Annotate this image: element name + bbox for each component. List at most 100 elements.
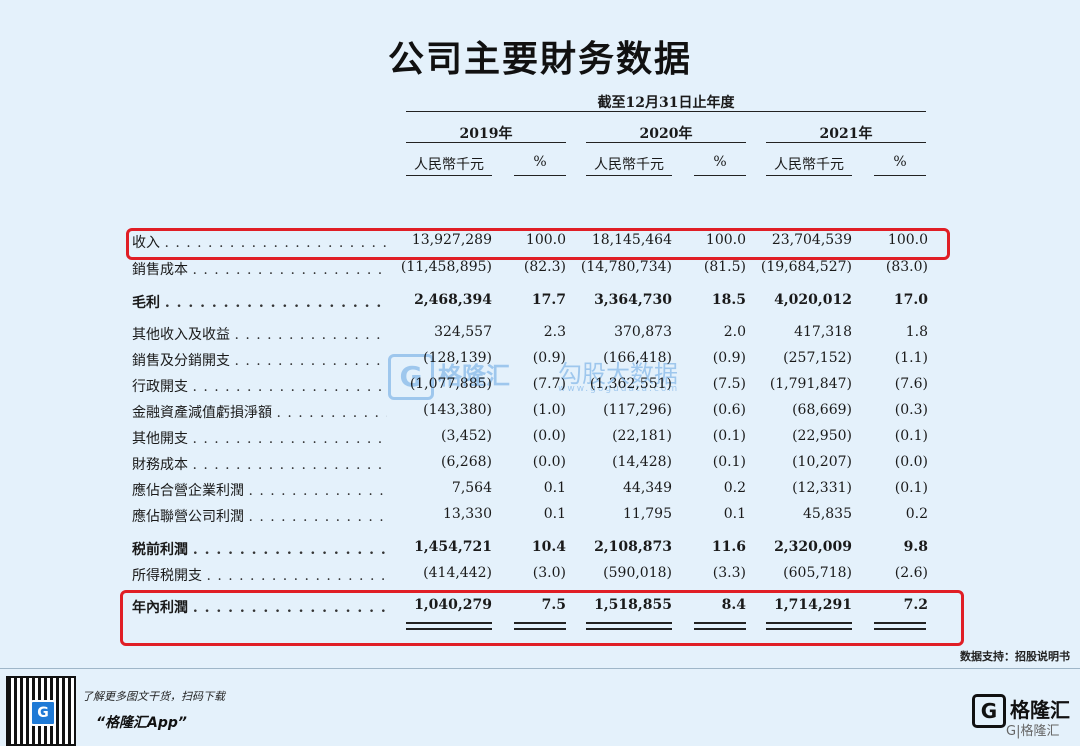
cell-percent: (7.5)	[712, 376, 746, 392]
cell-percent: 2.0	[723, 324, 746, 340]
unit-rule	[586, 175, 672, 176]
double-underline	[874, 622, 926, 630]
row-label-text: 所得税開支	[132, 568, 202, 584]
cell-amount: 3,364,730	[594, 292, 672, 308]
row-label-text: 財務成本	[132, 457, 188, 473]
cell-amount: 4,020,012	[774, 292, 852, 308]
unit-rule	[874, 175, 926, 176]
cell-percent: (3.3)	[712, 565, 746, 581]
cell-amount: (414,442)	[423, 565, 492, 581]
cell-percent: 1.8	[905, 324, 928, 340]
data-source: 数据支持：招股说明书	[960, 650, 1070, 663]
unit-rule	[406, 175, 492, 176]
cell-amount: (22,181)	[612, 428, 672, 444]
row-leader-dots: . . . . . . . . . . . . . . . . . . .	[234, 353, 387, 369]
cell-amount: (590,018)	[603, 565, 672, 581]
year-rule-2019	[406, 142, 566, 143]
unit-rmb-2019: 人民幣千元	[414, 157, 484, 173]
cell-amount: (1,077,885)	[409, 376, 492, 392]
table-row: 所得税開支 . . . . . . . . . . . . . . . . . …	[132, 565, 932, 587]
cell-percent: 0.2	[723, 480, 746, 496]
cell-percent: 17.0	[893, 292, 928, 308]
cell-percent: (1.1)	[894, 350, 928, 366]
row-label-text: 税前利潤	[132, 542, 188, 558]
cell-amount: 2,108,873	[594, 539, 672, 555]
cell-percent: (0.1)	[712, 428, 746, 444]
cell-amount: (14,780,734)	[580, 259, 672, 275]
double-underline	[514, 622, 566, 630]
cell-percent: 0.2	[905, 506, 928, 522]
double-underline	[766, 622, 852, 630]
row-label: 税前利潤 . . . . . . . . . . . . . . . . . .…	[132, 539, 387, 559]
qr-code[interactable]: G	[6, 676, 76, 746]
period-label: 截至12月31日止年度	[597, 95, 735, 111]
row-label-text: 行政開支	[132, 379, 188, 395]
row-leader-dots: . . . . . . . . . . . . . . . . . .	[248, 483, 387, 499]
cell-percent: 17.7	[531, 292, 566, 308]
cell-amount: 2,468,394	[414, 292, 492, 308]
row-label-text: 銷售及分銷開支	[132, 353, 230, 369]
row-leader-dots: . . . . . . . . . . . . . . . . . .	[248, 509, 387, 525]
revenue-highlight-box	[126, 228, 950, 260]
cell-amount: (605,718)	[783, 565, 852, 581]
row-label: 銷售及分銷開支 . . . . . . . . . . . . . . . . …	[132, 350, 387, 370]
page-title: 公司主要財务数据	[387, 39, 692, 80]
row-label: 其他收入及收益 . . . . . . . . . . . . . . . . …	[132, 324, 387, 344]
row-label-text: 毛利	[132, 295, 160, 311]
table-row: 其他開支 . . . . . . . . . . . . . . . . . .…	[132, 428, 932, 450]
table-row: 其他收入及收益 . . . . . . . . . . . . . . . . …	[132, 324, 932, 346]
row-leader-dots: . . . . . . . . . . . . . . . . . . . . …	[192, 542, 387, 558]
row-leader-dots: . . . . . . . . . . . . . . . . . . . . …	[192, 431, 387, 447]
unit-pct-2019: %	[533, 154, 547, 170]
row-label: 毛利 . . . . . . . . . . . . . . . . . . .…	[132, 292, 387, 312]
year-rule-2020	[586, 142, 746, 143]
cell-amount: (10,207)	[792, 454, 852, 470]
cell-percent: (0.0)	[532, 454, 566, 470]
cell-amount: (11,458,895)	[400, 259, 492, 275]
cell-percent: (7.7)	[532, 376, 566, 392]
cell-amount: 370,873	[614, 324, 672, 340]
cell-amount: (14,428)	[612, 454, 672, 470]
row-leader-dots: . . . . . . . . . . . . . . . . . . . . …	[206, 568, 387, 584]
cell-percent: (2.6)	[894, 565, 928, 581]
unit-rule	[766, 175, 852, 176]
row-label-text: 應佔合營企業利潤	[132, 483, 244, 499]
table-row: 銷售成本 . . . . . . . . . . . . . . . . . .…	[132, 259, 932, 281]
cell-amount: 13,330	[443, 506, 492, 522]
cell-percent: (0.1)	[894, 480, 928, 496]
cell-amount: (143,380)	[423, 402, 492, 418]
cell-percent: (81.5)	[703, 259, 746, 275]
cell-amount: 1,454,721	[414, 539, 492, 555]
brand-logo-sub: G|格隆汇	[1006, 724, 1060, 739]
cell-amount: 324,557	[434, 324, 492, 340]
cell-percent: 0.1	[543, 480, 566, 496]
cell-percent: (82.3)	[523, 259, 566, 275]
qr-logo-icon: G	[30, 700, 56, 726]
cell-amount: (166,418)	[603, 350, 672, 366]
table-row: 應佔聯營公司利潤 . . . . . . . . . . . . . . . .…	[132, 506, 932, 528]
cell-amount: 44,349	[623, 480, 672, 496]
table-row: 税前利潤 . . . . . . . . . . . . . . . . . .…	[132, 539, 932, 561]
row-label: 財務成本 . . . . . . . . . . . . . . . . . .…	[132, 454, 387, 474]
row-leader-dots: . . . . . . . . . . . . . . . . . . . . …	[164, 295, 387, 311]
row-leader-dots: . . . . . . . . . . . . . .	[276, 405, 387, 421]
year-rule-2021	[766, 142, 926, 143]
table-row: 毛利 . . . . . . . . . . . . . . . . . . .…	[132, 292, 932, 314]
footer-divider	[0, 668, 1080, 669]
cell-percent: (0.0)	[894, 454, 928, 470]
table-row: 金融資產減值虧損淨額 . . . . . . . . . . . . . . (1…	[132, 402, 932, 424]
double-underline	[406, 622, 492, 630]
unit-rmb-2020: 人民幣千元	[594, 157, 664, 173]
cell-percent: 0.1	[543, 506, 566, 522]
row-label: 其他開支 . . . . . . . . . . . . . . . . . .…	[132, 428, 387, 448]
cell-amount: (19,684,527)	[760, 259, 852, 275]
row-label: 應佔合營企業利潤 . . . . . . . . . . . . . . . .…	[132, 480, 387, 500]
year-header-2019: 2019年	[459, 126, 513, 142]
row-label-text: 金融資產減值虧損淨額	[132, 405, 272, 421]
table-row: 行政開支 . . . . . . . . . . . . . . . . . .…	[132, 376, 932, 398]
cell-percent: (7.6)	[894, 376, 928, 392]
unit-rule	[694, 175, 746, 176]
table-row: 銷售及分銷開支 . . . . . . . . . . . . . . . . …	[132, 350, 932, 372]
cell-percent: (0.1)	[712, 454, 746, 470]
unit-pct-2020: %	[713, 154, 727, 170]
